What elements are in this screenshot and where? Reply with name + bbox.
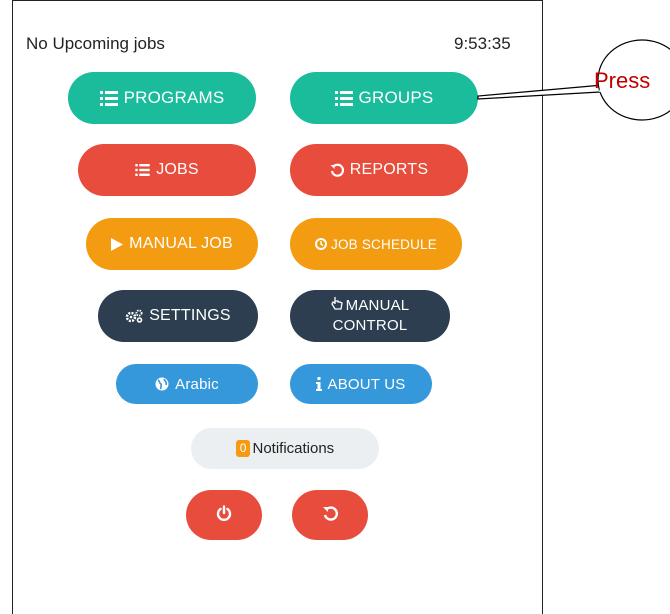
gears-icon (125, 309, 143, 323)
arabic-label: Arabic (175, 375, 219, 393)
settings-label: SETTINGS (149, 307, 231, 324)
globe-icon (155, 377, 169, 391)
arabic-language-button[interactable]: Arabic (116, 364, 258, 404)
groups-button[interactable]: GROUPS (290, 72, 478, 124)
power-button[interactable] (186, 490, 262, 540)
info-icon (316, 377, 323, 391)
jobs-label: JOBS (156, 161, 199, 178)
manual-control-button[interactable]: MANUAL CONTROL (290, 290, 450, 342)
manual-job-button[interactable]: MANUAL JOB (86, 218, 258, 270)
notifications-count-badge: 0 (235, 440, 251, 457)
power-icon (216, 504, 232, 526)
list-icon (99, 90, 118, 106)
hand-pointer-icon (330, 296, 343, 310)
programs-button[interactable]: PROGRAMS (68, 72, 256, 124)
programs-label: PROGRAMS (123, 88, 225, 107)
notifications-label: Notifications (252, 440, 335, 457)
clock-icon (315, 238, 328, 250)
about-us-button[interactable]: ABOUT US (290, 364, 432, 404)
manual-control-label-line2: CONTROL (332, 317, 408, 334)
clock: 9:53:35 (454, 34, 511, 53)
manual-control-label-line1: MANUAL (345, 297, 410, 314)
about-us-label: ABOUT US (327, 375, 406, 393)
play-icon (111, 237, 124, 251)
history-icon (330, 163, 344, 177)
restart-icon (322, 505, 338, 526)
reports-button[interactable]: REPORTS (290, 144, 468, 196)
reports-label: REPORTS (349, 161, 429, 178)
jobs-button[interactable]: JOBS (78, 144, 256, 196)
list-icon (334, 90, 353, 106)
groups-label: GROUPS (358, 88, 434, 107)
job-schedule-label: JOB SCHEDULE (331, 236, 437, 252)
manual-job-label: MANUAL JOB (129, 235, 233, 252)
list-icon (135, 164, 150, 176)
callout-text: Press (594, 68, 651, 93)
restart-button[interactable] (292, 490, 368, 540)
notifications-button[interactable]: 0 Notifications (191, 428, 379, 469)
settings-button[interactable]: SETTINGS (98, 290, 258, 342)
upcoming-jobs-status: No Upcoming jobs (26, 34, 165, 53)
job-schedule-button[interactable]: JOB SCHEDULE (290, 218, 462, 270)
